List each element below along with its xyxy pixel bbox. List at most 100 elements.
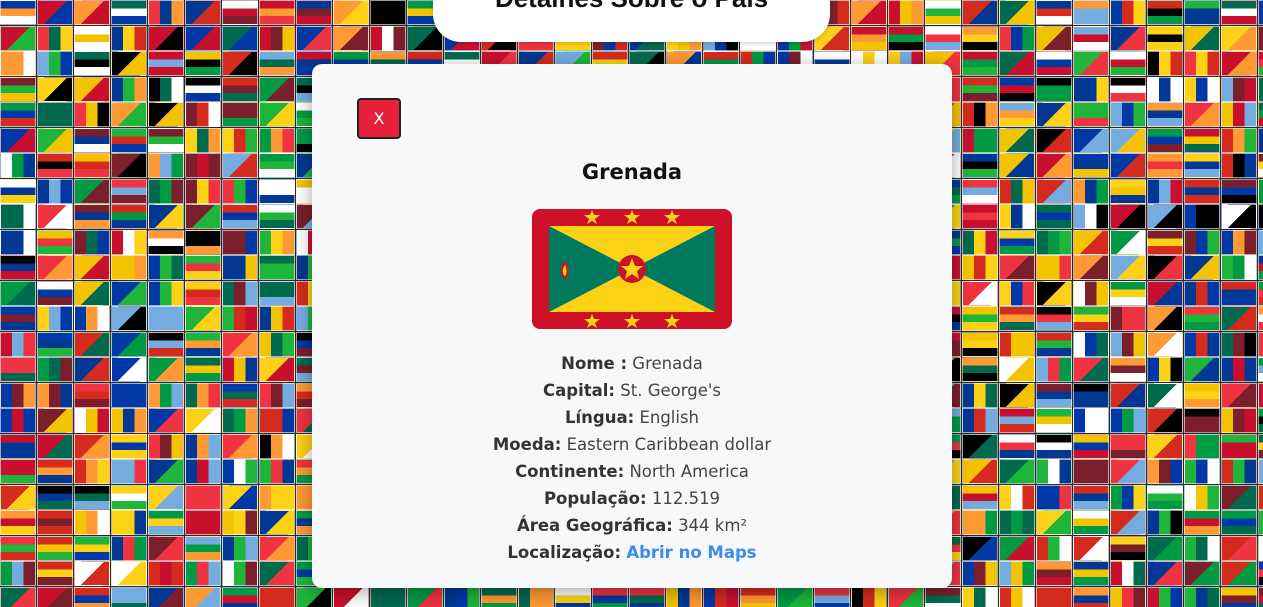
- background-flag-tile: [74, 331, 110, 357]
- page-header: Detalhes Sobre o País: [433, 0, 830, 42]
- background-flag-tile: [1184, 382, 1220, 408]
- background-flag-tile: [1258, 127, 1263, 153]
- background-flag-tile: [222, 229, 258, 255]
- background-flag-tile: [1036, 331, 1072, 357]
- background-flag-tile: [1221, 178, 1257, 204]
- background-flag-tile: [259, 153, 295, 178]
- info-label: Continente:: [515, 462, 625, 481]
- background-flag-tile: [259, 178, 295, 204]
- background-flag-tile: [1036, 204, 1072, 229]
- background-flag-tile: [222, 255, 258, 280]
- background-flag-tile: [0, 535, 36, 561]
- background-flag-tile: [1073, 510, 1109, 535]
- background-flag-tile: [999, 306, 1035, 331]
- background-flag-tile: [962, 153, 998, 178]
- background-flag-tile: [1147, 331, 1183, 357]
- background-flag-tile: [148, 178, 184, 204]
- background-flag-tile: [259, 25, 295, 51]
- background-flag-tile: [148, 459, 184, 484]
- background-flag-tile: [148, 433, 184, 459]
- background-flag-tile: [0, 306, 36, 331]
- background-flag-tile: [222, 25, 258, 51]
- background-flag-tile: [962, 76, 998, 102]
- background-flag-tile: [185, 382, 221, 408]
- background-flag-tile: [148, 382, 184, 408]
- background-flag-tile: [666, 586, 702, 607]
- background-flag-tile: [962, 535, 998, 561]
- page-title: Detalhes Sobre o País: [495, 0, 768, 14]
- background-flag-tile: [999, 127, 1035, 153]
- background-flag-tile: [1184, 331, 1220, 357]
- background-flag-tile: [1036, 25, 1072, 51]
- background-flag-tile: [1258, 0, 1263, 25]
- background-flag-tile: [185, 127, 221, 153]
- background-flag-tile: [185, 408, 221, 433]
- background-flag-tile: [74, 51, 110, 76]
- background-flag-tile: [259, 229, 295, 255]
- background-flag-tile: [0, 484, 36, 510]
- background-flag-tile: [0, 178, 36, 204]
- background-flag-tile: [962, 459, 998, 484]
- background-flag-tile: [111, 433, 147, 459]
- background-flag-tile: [1221, 561, 1257, 586]
- background-flag-tile: [1258, 382, 1263, 408]
- background-flag-tile: [111, 76, 147, 102]
- background-flag-tile: [851, 586, 887, 607]
- background-flag-tile: [1147, 306, 1183, 331]
- background-flag-tile: [74, 153, 110, 178]
- background-flag-tile: [333, 586, 369, 607]
- background-flag-tile: [962, 127, 998, 153]
- background-flag-tile: [1221, 76, 1257, 102]
- background-flag-tile: [0, 280, 36, 306]
- info-row-population: População: 112.519: [312, 485, 952, 512]
- background-flag-tile: [1184, 433, 1220, 459]
- background-flag-tile: [259, 484, 295, 510]
- background-flag-tile: [1036, 510, 1072, 535]
- background-flag-tile: [259, 433, 295, 459]
- background-flag-tile: [37, 280, 73, 306]
- background-flag-tile: [1221, 25, 1257, 51]
- background-flag-tile: [222, 408, 258, 433]
- info-row-location: Localização: Abrir no Maps: [312, 539, 952, 566]
- background-flag-tile: [1073, 127, 1109, 153]
- open-maps-link[interactable]: Abrir no Maps: [626, 543, 756, 562]
- info-value: St. George's: [620, 381, 721, 400]
- background-flag-tile: [999, 0, 1035, 25]
- background-flag-tile: [925, 586, 961, 607]
- close-button[interactable]: X: [357, 98, 401, 139]
- background-flag-tile: [0, 433, 36, 459]
- info-row-capital: Capital: St. George's: [312, 377, 952, 404]
- background-flag-tile: [148, 25, 184, 51]
- background-flag-tile: [1110, 357, 1146, 382]
- background-flag-tile: [1110, 127, 1146, 153]
- background-flag-tile: [1147, 102, 1183, 127]
- country-info-list: Nome : Grenada Capital: St. George's Lín…: [312, 350, 952, 566]
- info-value: English: [639, 408, 700, 427]
- background-flag-tile: [1147, 153, 1183, 178]
- background-flag-tile: [962, 382, 998, 408]
- background-flag-tile: [185, 306, 221, 331]
- background-flag-tile: [1258, 510, 1263, 535]
- background-flag-tile: [1184, 357, 1220, 382]
- background-flag-tile: [999, 76, 1035, 102]
- background-flag-tile: [37, 331, 73, 357]
- background-flag-tile: [37, 484, 73, 510]
- background-flag-tile: [1073, 459, 1109, 484]
- background-flag-tile: [111, 382, 147, 408]
- background-flag-tile: [1073, 357, 1109, 382]
- background-flag-tile: [1147, 357, 1183, 382]
- background-flag-tile: [0, 0, 36, 25]
- background-flag-tile: [185, 459, 221, 484]
- background-flag-tile: [999, 204, 1035, 229]
- background-flag-tile: [1147, 229, 1183, 255]
- background-flag-tile: [1147, 51, 1183, 76]
- background-flag-tile: [999, 51, 1035, 76]
- background-flag-tile: [1110, 535, 1146, 561]
- background-flag-tile: [1073, 178, 1109, 204]
- background-flag-tile: [1221, 229, 1257, 255]
- background-flag-tile: [1147, 255, 1183, 280]
- background-flag-tile: [296, 586, 332, 607]
- background-flag-tile: [74, 561, 110, 586]
- background-flag-tile: [1258, 408, 1263, 433]
- background-flag-tile: [1184, 178, 1220, 204]
